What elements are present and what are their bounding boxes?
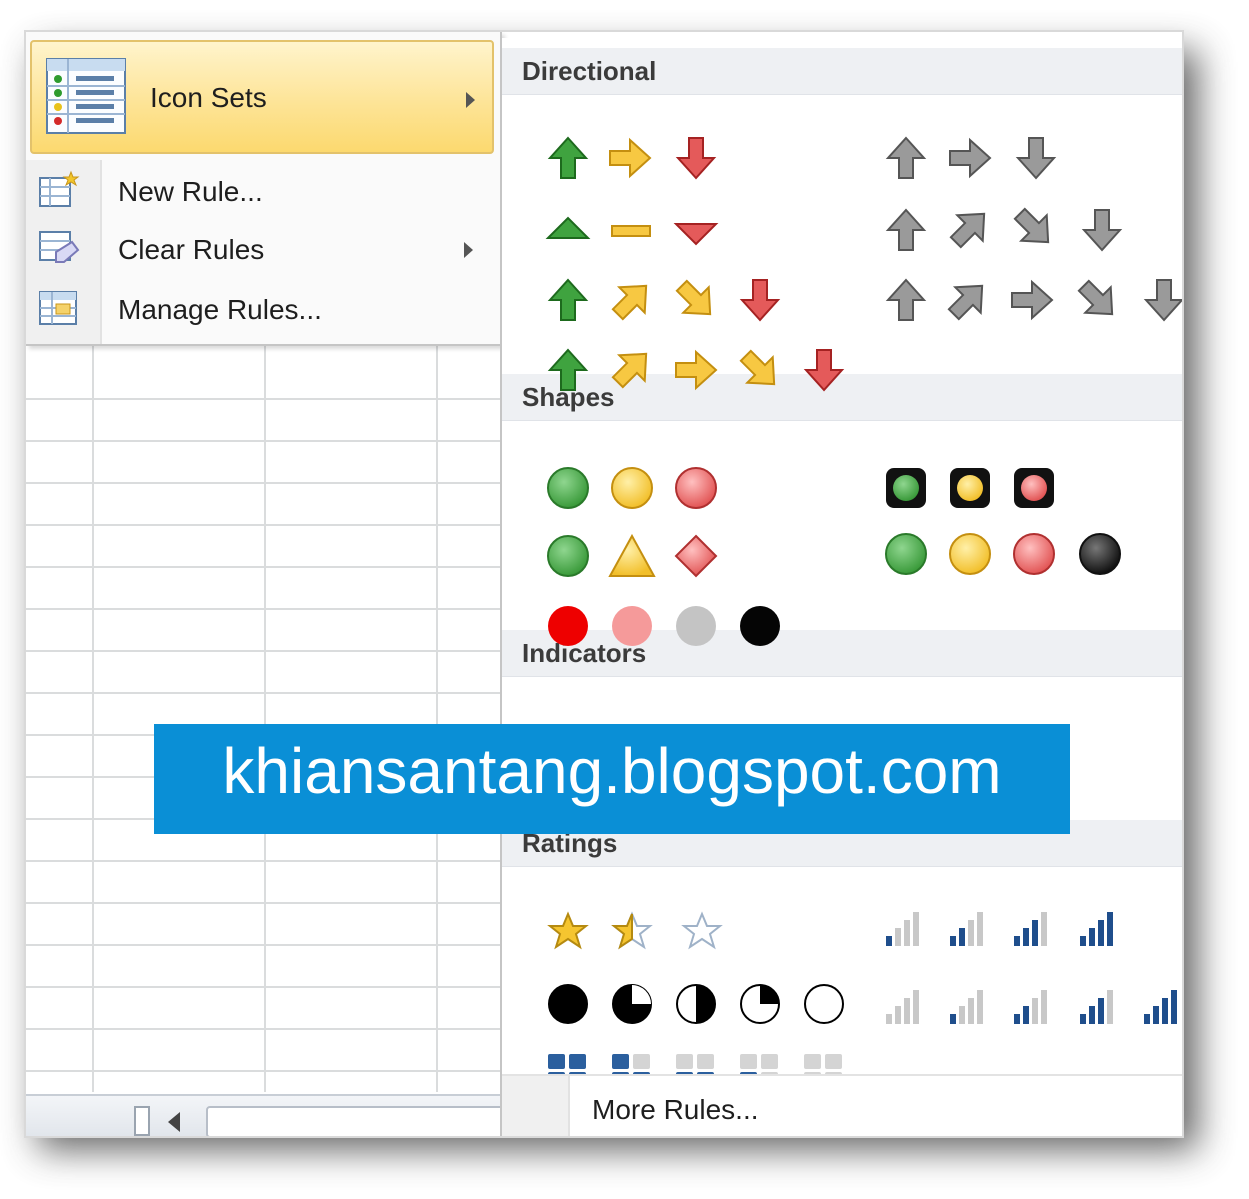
icon-set-red-to-black[interactable]	[548, 606, 780, 646]
icon-sets-icon	[46, 58, 126, 134]
new-rule-label: New Rule...	[118, 176, 263, 207]
icon-set-3-triangles[interactable]	[545, 216, 719, 246]
icon-sets-label: Icon Sets	[150, 82, 267, 113]
more-rules-separator	[502, 1074, 1182, 1076]
watermark-text: khiansantang.blogspot.com	[222, 735, 1002, 807]
icon-set-3-signs[interactable]	[547, 533, 718, 578]
scroll-track[interactable]	[206, 1106, 506, 1136]
icon-set-3-arrows-colored[interactable]	[549, 137, 715, 179]
icon-set-4-traffic-lights[interactable]	[885, 533, 1121, 575]
horizontal-scrollbar[interactable]	[26, 1094, 506, 1136]
scroll-left-arrow-icon[interactable]	[168, 1112, 180, 1132]
icon-set-5-quarters[interactable]	[548, 984, 844, 1024]
conditional-formatting-menu: Icon Sets New Rule... Clear Rules Manage…	[26, 32, 502, 346]
excel-window: Icon Sets New Rule... Clear Rules Manage…	[24, 30, 1184, 1138]
icon-sets-menu-item[interactable]: Icon Sets	[30, 40, 494, 154]
icon-set-3-arrows-gray[interactable]	[887, 137, 1055, 179]
icon-set-5-boxes[interactable]	[548, 1054, 842, 1074]
icon-set-3-traffic-lights-rimmed[interactable]	[886, 468, 1054, 508]
manage-rules-label: Manage Rules...	[118, 294, 322, 325]
icon-set-3-traffic-lights-unrimmed[interactable]	[547, 467, 717, 509]
manage-rules-icon	[39, 291, 77, 325]
clear-rules-label: Clear Rules	[118, 234, 265, 265]
new-rule-menu-item[interactable]: New Rule...	[26, 164, 500, 220]
clear-rules-menu-item[interactable]: Clear Rules	[26, 222, 500, 278]
icon-set-5-arrows-colored[interactable]	[549, 340, 843, 398]
icon-sets-gallery: Directional Shapes Indicators Ratings Mo…	[500, 38, 1182, 1136]
menu-icon-strip	[502, 1076, 570, 1136]
clear-rules-icon	[39, 231, 80, 263]
submenu-arrow-icon	[466, 92, 475, 108]
watermark-banner: khiansantang.blogspot.com	[154, 724, 1070, 834]
icon-set-4-signal-bars[interactable]	[886, 912, 1113, 946]
submenu-arrow-icon	[464, 242, 473, 258]
icon-set-grid	[545, 137, 1182, 1074]
manage-rules-menu-item[interactable]: Manage Rules...	[26, 282, 500, 338]
icon-set-4-arrows-colored[interactable]	[549, 272, 779, 328]
sheet-split-handle[interactable]	[134, 1106, 150, 1136]
icon-set-3-stars[interactable]	[547, 911, 723, 950]
more-rules-menu-item[interactable]: More Rules...	[592, 1094, 759, 1126]
icon-set-4-arrows-gray[interactable]	[887, 200, 1121, 256]
icon-set-5-signal-bars[interactable]	[886, 990, 1177, 1024]
icon-set-5-arrows-gray[interactable]	[887, 272, 1182, 328]
new-rule-icon	[39, 170, 80, 207]
